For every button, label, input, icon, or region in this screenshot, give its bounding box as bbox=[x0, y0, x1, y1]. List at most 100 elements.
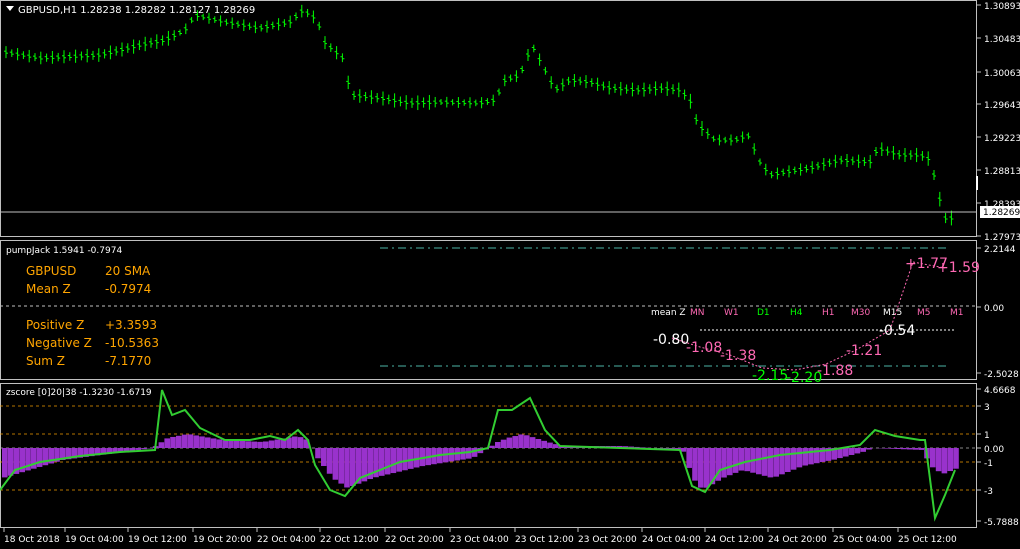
price-tick-label: 1.30063 bbox=[984, 69, 1020, 79]
timeframe-header-h1: H1 bbox=[822, 308, 835, 318]
zscore-histogram-bar bbox=[901, 448, 907, 450]
zscore-axis: 4.6668 3 1 0.00 -1 -3 -5.7888 bbox=[977, 386, 1019, 528]
zscore-histogram-bar bbox=[524, 435, 530, 448]
zscore-histogram-bar bbox=[396, 448, 402, 472]
zscore-histogram-bar bbox=[495, 442, 501, 448]
time-tick-label: 23 Oct 04:00 bbox=[450, 535, 509, 545]
time-tick-label: 18 Oct 2018 bbox=[4, 535, 60, 545]
zscore-tick-label: -1 bbox=[984, 459, 993, 469]
zscore-histogram-bar bbox=[239, 440, 246, 448]
timeframe-header-d1: D1 bbox=[757, 308, 770, 318]
zscore-histogram-bar bbox=[245, 441, 252, 448]
zscore-histogram-bar bbox=[727, 448, 733, 476]
zscore-histogram-bar bbox=[292, 436, 298, 448]
zscore-tick-label: 1 bbox=[984, 431, 990, 441]
time-tick-label: 24 Oct 04:00 bbox=[642, 535, 701, 545]
zscore-histogram-bar bbox=[187, 434, 194, 448]
zscore-histogram-bar bbox=[489, 445, 495, 448]
time-tick-label: 24 Oct 20:00 bbox=[768, 535, 827, 545]
time-tick-label: 22 Oct 20:00 bbox=[385, 535, 444, 545]
zscore-histogram-bar bbox=[953, 448, 959, 469]
zscore-histogram-bar bbox=[210, 438, 217, 448]
mean-z-label: Mean Z bbox=[26, 282, 71, 296]
timeframe-value: -0.54 bbox=[879, 323, 915, 339]
zscore-histogram-bar bbox=[2, 448, 8, 478]
zscore-histogram-bar bbox=[796, 448, 803, 468]
zscore-tick-label: 3 bbox=[984, 403, 990, 413]
price-tick-label: 1.29643 bbox=[984, 101, 1020, 111]
timeframe-header-m5: M5 bbox=[917, 308, 931, 318]
zscore-histogram-bar bbox=[205, 437, 211, 448]
zscore-histogram-bar bbox=[297, 437, 304, 448]
time-axis: 18 Oct 2018 19 Oct 04:00 19 Oct 12:00 19 Oc… bbox=[3, 528, 957, 545]
zscore-histogram-bar bbox=[941, 448, 948, 474]
time-tick-label: 23 Oct 12:00 bbox=[515, 535, 574, 545]
zscore-histogram-bar bbox=[721, 448, 727, 478]
zscore-histogram-bar bbox=[930, 448, 936, 468]
zscore-histogram-bar bbox=[512, 436, 518, 448]
zscore-histogram-bar bbox=[790, 448, 797, 470]
zscore-histogram-bar bbox=[234, 440, 240, 448]
zscore-histogram-bar bbox=[315, 448, 321, 459]
chart-window[interactable]: GBPUSD,H1 1.28238 1.28282 1.28127 1.2826… bbox=[0, 0, 1020, 549]
zscore-histogram-bar bbox=[761, 448, 768, 476]
zscore-histogram-bar bbox=[332, 448, 339, 480]
pumpjack-axis: 2.2144 0.00 -2.5028 bbox=[977, 245, 1019, 380]
timeframe-value: -1.21 bbox=[846, 343, 882, 359]
timeframe-value: -2.15 bbox=[752, 368, 788, 384]
zscore-histogram-bar bbox=[141, 448, 147, 450]
pumpjack-pane[interactable]: pumpJack 1.5941 -0.7974 GBPUSD 20 SMA Me… bbox=[0, 240, 980, 387]
negative-z-label: Negative Z bbox=[26, 336, 92, 350]
zscore-histogram-bar bbox=[756, 448, 762, 475]
timeframe-header-w1: W1 bbox=[724, 308, 739, 318]
zscore-histogram-bar bbox=[808, 448, 814, 465]
zscore-histogram-bar bbox=[274, 439, 281, 448]
mean-z-big-value: -0.80 bbox=[653, 332, 689, 348]
zscore-histogram-bar bbox=[738, 448, 745, 471]
zscore-pane[interactable]: zscore [0]20|38 -1.3230 -1.6719 bbox=[0, 383, 977, 528]
zscore-histogram-bar bbox=[263, 441, 269, 448]
timeframe-header-m15: M15 bbox=[883, 308, 902, 318]
price-tick-label: 1.28813 bbox=[984, 167, 1020, 177]
price-pane[interactable]: GBPUSD,H1 1.28238 1.28282 1.28127 1.2826… bbox=[0, 0, 978, 237]
sum-z-value: -7.1770 bbox=[105, 354, 151, 368]
zscore-histogram-bar bbox=[935, 448, 942, 472]
zscore-histogram-bar bbox=[906, 448, 913, 450]
zscore-histogram-bar bbox=[779, 448, 785, 475]
timeframe-header-m1: M1 bbox=[950, 308, 964, 318]
timeframe-headers: MN W1 D1 H4 H1 M30 M15 M5 M1 bbox=[690, 308, 964, 318]
zscore-histogram-bar bbox=[42, 448, 49, 466]
zscore-histogram-bar bbox=[802, 448, 808, 466]
timeframe-value: -1.88 bbox=[817, 363, 853, 379]
zscore-histogram-bar bbox=[686, 448, 692, 468]
price-tick-label: 1.29223 bbox=[984, 134, 1020, 144]
zscore-histogram-bar bbox=[181, 434, 188, 448]
positive-z-value: +3.3593 bbox=[105, 318, 157, 332]
zscore-histogram-bar bbox=[268, 440, 275, 448]
zscore-tick-label: 4.6668 bbox=[984, 386, 1016, 396]
pumpjack-tick-label: 0.00 bbox=[984, 304, 1004, 314]
negative-z-value: -10.5363 bbox=[105, 336, 159, 350]
zscore-histogram-bar bbox=[889, 448, 895, 449]
zscore-histogram-bar bbox=[692, 448, 698, 481]
zscore-tick-label: -5.7888 bbox=[984, 518, 1019, 528]
zscore-histogram-bar bbox=[500, 439, 507, 448]
time-tick-label: 19 Oct 12:00 bbox=[128, 535, 187, 545]
zscore-histogram-bar bbox=[506, 437, 513, 448]
zscore-histogram-bar bbox=[193, 435, 199, 448]
sma-label: 20 SMA bbox=[105, 264, 151, 278]
positive-z-label: Positive Z bbox=[26, 318, 84, 332]
zscore-histogram-bar bbox=[785, 448, 791, 472]
zscore-histogram-bar bbox=[912, 448, 919, 450]
zscore-histogram-bar bbox=[158, 442, 165, 448]
zscore-histogram-bar bbox=[854, 448, 861, 454]
zscore-histogram-bar bbox=[541, 440, 547, 448]
zscore-histogram-bar bbox=[228, 440, 234, 448]
time-tick-label: 23 Oct 20:00 bbox=[578, 535, 637, 545]
price-tick-label: 1.30483 bbox=[984, 35, 1020, 45]
zscore-histogram-bar bbox=[390, 448, 397, 474]
zscore-histogram-bar bbox=[402, 448, 408, 471]
main-chart-title: GBPUSD,H1 1.28238 1.28282 1.28127 1.2826… bbox=[18, 5, 255, 16]
mean-z-header: mean Z bbox=[651, 308, 686, 318]
zscore-histogram-bar bbox=[698, 448, 704, 488]
